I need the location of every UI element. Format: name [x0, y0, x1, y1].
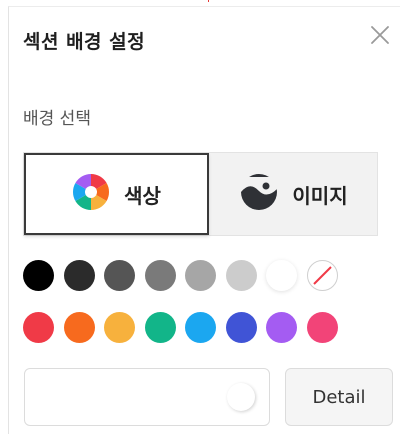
color-swatch[interactable]	[144, 312, 176, 343]
color-swatch[interactable]	[144, 260, 176, 291]
color-value-input[interactable]	[24, 368, 270, 426]
image-tab[interactable]: 이미지	[211, 153, 377, 235]
background-select-label: 배경 선택	[23, 109, 91, 129]
image-tab-label: 이미지	[292, 183, 348, 208]
color-swatch[interactable]	[185, 312, 216, 343]
image-icon	[240, 173, 278, 215]
color-wheel-icon	[72, 173, 110, 215]
color-swatch[interactable]	[63, 260, 95, 291]
section-background-panel: 섹션 배경 설정 배경 선택 색상 이미지 Detail	[8, 6, 400, 434]
color-swatch[interactable]	[23, 312, 54, 343]
color-swatch[interactable]	[104, 260, 135, 291]
no-color-swatch[interactable]	[306, 260, 338, 291]
color-swatch[interactable]	[23, 260, 54, 291]
color-swatch[interactable]	[104, 312, 135, 343]
color-swatch[interactable]	[266, 260, 297, 291]
color-preview-knob[interactable]	[227, 383, 255, 411]
detail-button[interactable]: Detail	[285, 368, 393, 426]
color-tab[interactable]: 색상	[24, 153, 209, 235]
color-swatch[interactable]	[63, 312, 95, 343]
color-swatch[interactable]	[266, 312, 297, 343]
no-color-icon	[312, 266, 332, 285]
color-swatch[interactable]	[306, 312, 338, 343]
panel-title: 섹션 배경 설정	[23, 31, 146, 53]
color-tab-label: 색상	[124, 183, 161, 208]
close-icon[interactable]	[368, 23, 392, 47]
background-type-toggle: 색상 이미지	[23, 152, 378, 236]
color-swatch[interactable]	[185, 260, 216, 291]
color-swatch[interactable]	[225, 312, 257, 343]
color-swatch[interactable]	[225, 260, 257, 291]
marker-dot	[208, 0, 209, 2]
